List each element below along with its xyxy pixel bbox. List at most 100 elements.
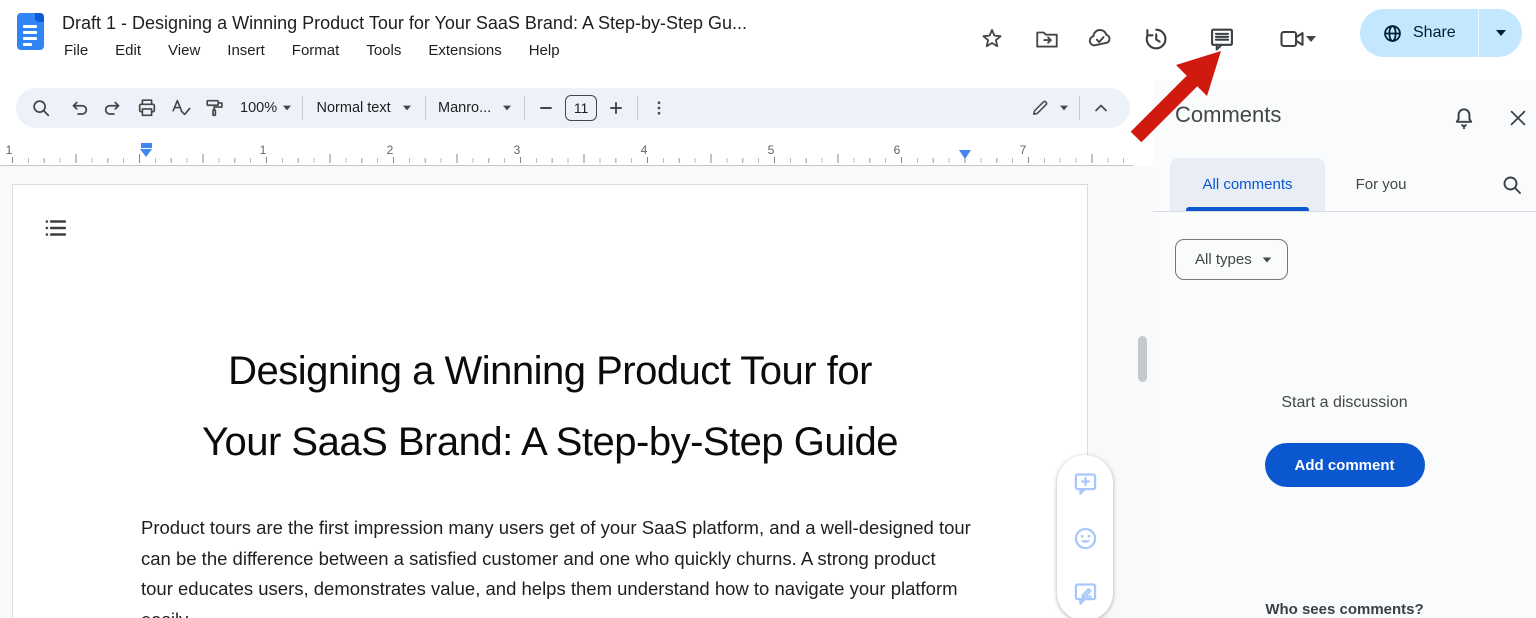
- comments-icon: [1211, 28, 1233, 51]
- ruler-number: 3: [510, 143, 524, 157]
- menu-file[interactable]: File: [64, 42, 88, 59]
- add-emoji-reaction-button[interactable]: [1071, 524, 1099, 552]
- move-to-folder-button[interactable]: [1027, 19, 1067, 59]
- tab-for-you-label: For you: [1355, 176, 1407, 193]
- undo-button[interactable]: [64, 93, 94, 123]
- menu-tools[interactable]: Tools: [366, 42, 401, 59]
- show-comments-button[interactable]: [1202, 19, 1242, 59]
- document-page[interactable]: Designing a Winning Product Tour for You…: [12, 184, 1088, 618]
- zoom-caret-icon: [283, 105, 292, 111]
- filter-caret-icon: [1262, 256, 1271, 263]
- font-family-caret-icon: [503, 105, 512, 111]
- right-indent-marker[interactable]: [959, 150, 971, 159]
- join-call-button[interactable]: [1268, 19, 1326, 59]
- menu-view[interactable]: View: [168, 42, 200, 59]
- share-button-label: Share: [1413, 24, 1456, 41]
- decrease-font-size-button[interactable]: [531, 93, 561, 123]
- toolbar-divider: [524, 96, 526, 120]
- redo-icon: [104, 101, 120, 115]
- comments-tabs: All comments For you: [1153, 158, 1536, 212]
- paragraph-style-value: Normal text: [316, 100, 391, 116]
- suggest-edit-bubble-icon: [1074, 582, 1096, 605]
- hide-menus-button[interactable]: [1086, 93, 1116, 123]
- ruler-number: 5: [764, 143, 778, 157]
- header-right-icons: [1136, 19, 1326, 59]
- ruler-number: 1: [256, 143, 270, 157]
- show-outline-button[interactable]: [39, 212, 71, 244]
- ruler-number: 7: [1016, 143, 1030, 157]
- document-heading[interactable]: Designing a Winning Product Tour for You…: [13, 336, 1087, 478]
- version-history-icon: [1145, 28, 1167, 50]
- add-comment-inline-button[interactable]: [1071, 469, 1099, 497]
- more-toolbar-options-button[interactable]: [644, 93, 674, 123]
- title-action-icons: [972, 19, 1120, 59]
- tab-all-comments[interactable]: All comments: [1170, 158, 1325, 211]
- folder-move-icon: [1036, 31, 1058, 48]
- document-status-button[interactable]: [1080, 19, 1120, 59]
- share-options-caret[interactable]: [1479, 9, 1522, 57]
- menu-extensions[interactable]: Extensions: [428, 42, 501, 59]
- cloud-saved-icon: [1088, 28, 1111, 47]
- comment-type-filter-label: All types: [1195, 251, 1252, 268]
- search-comments-button[interactable]: [1492, 165, 1532, 205]
- left-indent-marker[interactable]: [140, 143, 153, 163]
- add-comment-button[interactable]: Add comment: [1264, 443, 1425, 487]
- menu-help[interactable]: Help: [529, 42, 560, 59]
- toolbar-divider: [637, 96, 639, 120]
- font-family-value: Manro...: [438, 100, 492, 116]
- redo-button[interactable]: [98, 93, 128, 123]
- comments-panel: Comments All comments For you All types …: [1153, 80, 1536, 618]
- comments-panel-title: Comments: [1175, 102, 1282, 127]
- increase-font-size-button[interactable]: [601, 93, 631, 123]
- editing-mode-button[interactable]: [1026, 93, 1073, 123]
- toolbar-divider: [302, 96, 304, 120]
- star-button[interactable]: [972, 19, 1012, 59]
- star-icon: [982, 28, 1002, 48]
- document-title[interactable]: Draft 1 - Designing a Winning Product To…: [62, 13, 747, 34]
- spellcheck-icon: [172, 99, 191, 116]
- menu-insert[interactable]: Insert: [227, 42, 265, 59]
- version-history-button[interactable]: [1136, 19, 1176, 59]
- paragraph-style-select[interactable]: Normal text: [309, 93, 419, 123]
- suggest-edits-button[interactable]: [1071, 579, 1099, 607]
- join-call-caret-icon: [1306, 36, 1316, 42]
- close-comments-panel-button[interactable]: [1498, 98, 1536, 138]
- print-button[interactable]: [132, 93, 162, 123]
- pencil-icon: [1033, 100, 1048, 115]
- search-icon: [1503, 176, 1521, 194]
- ruler-number: 1: [2, 143, 16, 157]
- font-family-select[interactable]: Manro...: [432, 93, 518, 123]
- document-heading-line1: Designing a Winning Product Tour for: [228, 349, 872, 393]
- menu-bar: File Edit View Insert Format Tools Exten…: [64, 42, 560, 59]
- document-paragraph[interactable]: Product tours are the first impression m…: [141, 513, 971, 618]
- zoom-value: 100%: [240, 100, 278, 116]
- active-tab-indicator: [1186, 207, 1309, 211]
- share-button[interactable]: Share: [1360, 9, 1478, 57]
- who-sees-comments-link[interactable]: Who sees comments?: [1153, 601, 1536, 618]
- globe-access-icon: [1384, 24, 1401, 42]
- spelling-grammar-check-button[interactable]: [166, 93, 196, 123]
- comment-notifications-button[interactable]: [1444, 98, 1484, 138]
- google-docs-logo-icon[interactable]: [17, 13, 44, 50]
- menu-format[interactable]: Format: [292, 42, 340, 59]
- video-camera-icon: [1280, 30, 1304, 48]
- menu-edit[interactable]: Edit: [115, 42, 141, 59]
- paint-format-button[interactable]: [200, 93, 230, 123]
- vertical-scrollbar-thumb[interactable]: [1138, 336, 1147, 382]
- share-caret-icon: [1495, 30, 1506, 36]
- zoom-select[interactable]: 100%: [236, 93, 296, 123]
- plus-icon: [610, 102, 623, 114]
- document-canvas: Designing a Winning Product Tour for You…: [0, 166, 1153, 618]
- emoji-smiley-icon: [1074, 527, 1096, 549]
- share-button-group: Share: [1360, 9, 1522, 57]
- format-toolbar: 100% Normal text Manro... 11: [16, 88, 1130, 128]
- toolbar-divider: [1079, 96, 1080, 120]
- tab-for-you[interactable]: For you: [1331, 158, 1431, 211]
- chevron-up-icon: [1095, 104, 1107, 112]
- font-size-input[interactable]: 11: [565, 95, 598, 121]
- ruler-number: 2: [383, 143, 397, 157]
- bell-icon: [1455, 108, 1473, 130]
- toolbar-divider: [425, 96, 427, 120]
- search-menus-button[interactable]: [26, 93, 56, 123]
- comment-type-filter[interactable]: All types: [1175, 239, 1288, 280]
